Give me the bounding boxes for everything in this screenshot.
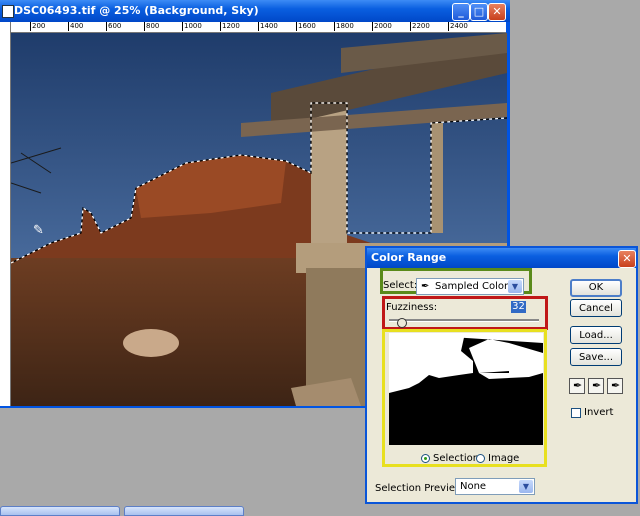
ruler-tick: 400 bbox=[68, 22, 84, 31]
document-icon bbox=[2, 5, 14, 18]
selection-radio[interactable] bbox=[421, 454, 430, 463]
ruler-tick: 600 bbox=[106, 22, 122, 31]
load-button[interactable]: Load... bbox=[570, 326, 622, 344]
fuzziness-slider-thumb[interactable] bbox=[397, 318, 407, 328]
minimize-button[interactable]: _ bbox=[452, 3, 470, 21]
fuzziness-label: Fuzziness: bbox=[386, 302, 438, 313]
image-radio-label: Image bbox=[488, 453, 520, 464]
ruler-tick: 1000 bbox=[182, 22, 202, 31]
selection-radio-label: Selection bbox=[433, 453, 480, 464]
eyedropper-minus-icon[interactable]: ✒ bbox=[607, 378, 623, 394]
ruler-tick: 1400 bbox=[258, 22, 278, 31]
fuzziness-value[interactable]: 32 bbox=[511, 301, 526, 313]
vertical-ruler bbox=[0, 22, 11, 406]
cursor-eyedropper-icon: ✎ bbox=[33, 223, 44, 238]
image-radio[interactable] bbox=[476, 454, 485, 463]
eyedropper-plus-icon[interactable]: ✒ bbox=[588, 378, 604, 394]
ruler-tick: 800 bbox=[144, 22, 160, 31]
ruler-tick: 2200 bbox=[410, 22, 430, 31]
taskbar-button[interactable] bbox=[0, 506, 120, 516]
selection-preview-label: Selection Preview: bbox=[375, 483, 467, 494]
dropdown-arrow-icon[interactable]: ▼ bbox=[508, 280, 522, 293]
ruler-tick: 1800 bbox=[334, 22, 354, 31]
ok-button[interactable]: OK bbox=[570, 279, 622, 297]
close-button[interactable]: ✕ bbox=[488, 3, 506, 21]
ruler-tick: 2400 bbox=[448, 22, 468, 31]
eyedropper-icon: ✒ bbox=[421, 281, 430, 292]
document-title: DSC06493.tif @ 25% (Background, Sky) bbox=[14, 4, 259, 17]
color-range-dialog[interactable]: Color Range ✕ Select: ✒ Sampled Colors ▼… bbox=[365, 246, 638, 504]
dialog-titlebar[interactable]: Color Range ✕ bbox=[367, 248, 636, 268]
save-button[interactable]: Save... bbox=[570, 348, 622, 366]
horizontal-ruler: 200 400 600 800 1000 1200 1400 1600 1800… bbox=[10, 22, 506, 33]
dialog-close-button[interactable]: ✕ bbox=[618, 250, 636, 268]
select-label: Select: bbox=[383, 280, 418, 291]
selection-preview-dropdown[interactable]: None ▼ bbox=[455, 478, 535, 495]
select-value: Sampled Colors bbox=[435, 281, 514, 292]
cancel-button[interactable]: Cancel bbox=[570, 299, 622, 317]
ruler-tick: 2000 bbox=[372, 22, 392, 31]
fuzziness-slider-track[interactable] bbox=[389, 319, 539, 322]
ruler-tick: 1600 bbox=[296, 22, 316, 31]
ruler-tick: 200 bbox=[30, 22, 46, 31]
invert-label: Invert bbox=[584, 407, 614, 418]
dialog-title: Color Range bbox=[371, 251, 447, 264]
selection-preview-value: None bbox=[460, 481, 487, 492]
document-titlebar[interactable]: DSC06493.tif @ 25% (Background, Sky) _ □… bbox=[0, 0, 510, 22]
ruler-tick: 1200 bbox=[220, 22, 240, 31]
eyedropper-icon[interactable]: ✒ bbox=[569, 378, 585, 394]
selection-preview-image bbox=[389, 333, 543, 445]
select-dropdown[interactable]: ✒ Sampled Colors ▼ bbox=[416, 278, 524, 295]
invert-checkbox[interactable] bbox=[571, 408, 581, 418]
maximize-button[interactable]: □ bbox=[470, 3, 488, 21]
mask-preview bbox=[389, 333, 543, 445]
dropdown-arrow-icon[interactable]: ▼ bbox=[519, 480, 533, 493]
taskbar-button[interactable] bbox=[124, 506, 244, 516]
